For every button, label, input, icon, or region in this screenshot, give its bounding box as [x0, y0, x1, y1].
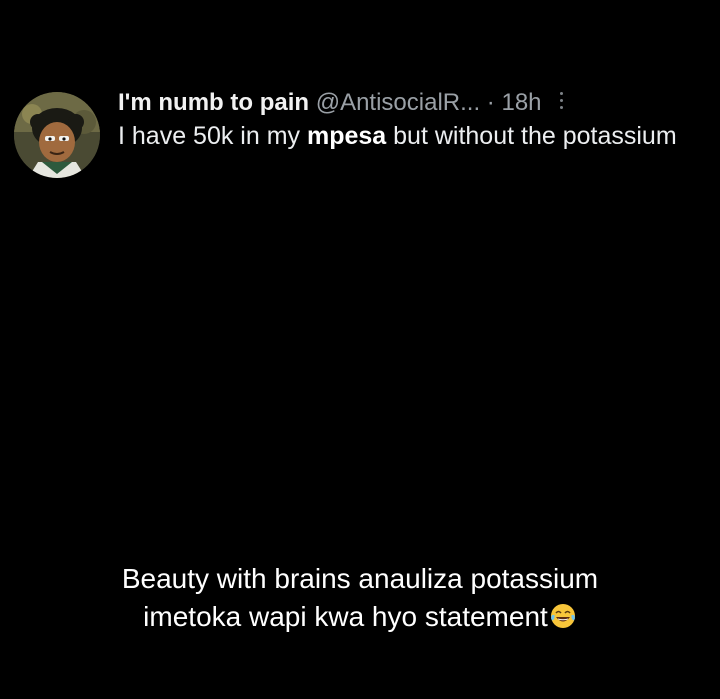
caption-line-1: Beauty with brains anauliza potassium [121, 563, 599, 594]
overlay-caption: Beauty with brains anauliza potassium im… [0, 560, 720, 636]
caption-line-2-wrap: imetoka wapi kwa hyo statement [0, 598, 720, 636]
caption-line-2: imetoka wapi kwa hyo statement [143, 601, 548, 632]
tweet-text-end: but without the potassium [386, 122, 677, 150]
tweet-text-bold: mpesa [306, 122, 387, 150]
cartoon-avatar-icon [14, 92, 100, 178]
tweet-header: I'm numb to pain @AntisocialR... · 18h [118, 88, 688, 118]
tweet-text: I have 50k in my mpesa but without the p… [118, 120, 688, 152]
user-handle[interactable]: @AntisocialR... [316, 89, 480, 116]
avatar[interactable] [14, 92, 100, 178]
vertical-ellipsis-icon[interactable] [558, 91, 564, 112]
display-name[interactable]: I'm numb to pain [118, 89, 309, 116]
separator-dot: · [486, 89, 495, 116]
tweet-body: I'm numb to pain @AntisocialR... · 18h I… [118, 88, 688, 152]
tears-of-joy-emoji-icon [550, 604, 575, 628]
timestamp[interactable]: 18h [501, 89, 541, 116]
tweet-text-start: I have 50k in my [118, 122, 307, 150]
tweet-card[interactable]: I'm numb to pain @AntisocialR... · 18h I… [14, 82, 694, 192]
